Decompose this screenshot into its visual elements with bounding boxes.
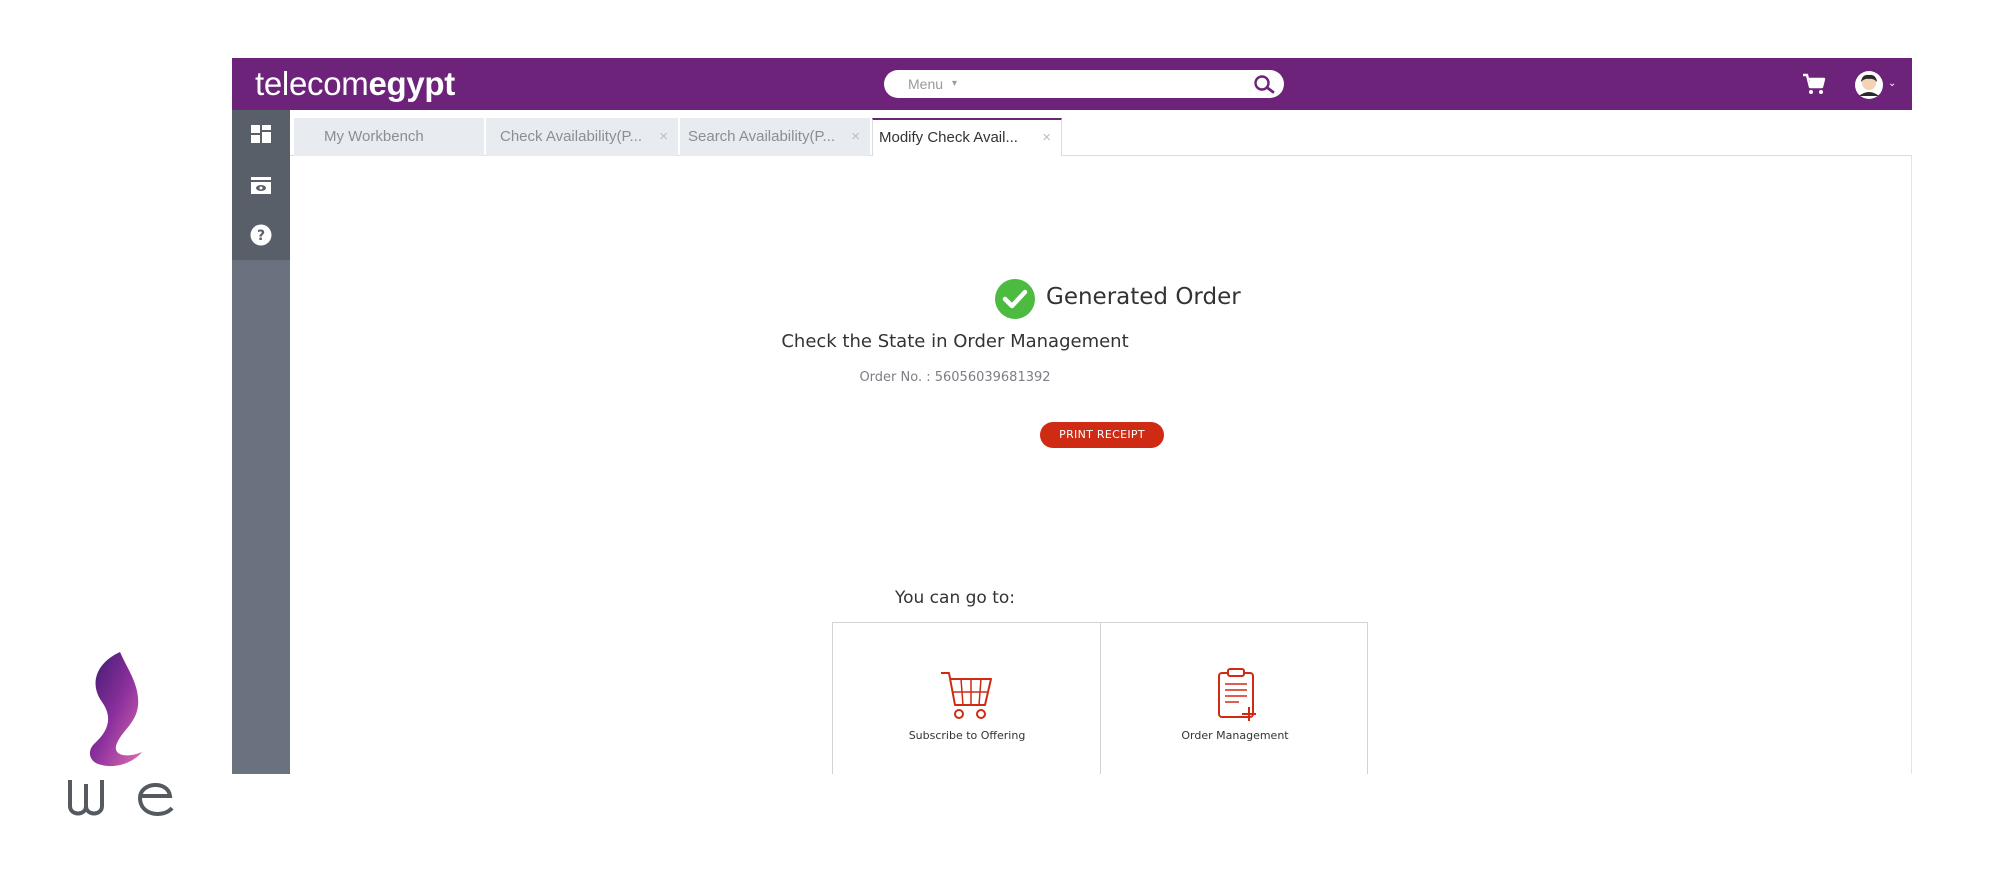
brand-name-light: telecom bbox=[255, 65, 369, 102]
goto-order-management[interactable]: Order Management bbox=[1100, 623, 1368, 774]
tab-label: Modify Check Avail... bbox=[879, 129, 1018, 146]
we-logo bbox=[68, 652, 174, 816]
app-window: telecomegypt Menu ▾ ⌄ ? My Workbench Che… bbox=[232, 58, 1912, 774]
print-receipt-button[interactable]: PRINT RECEIPT bbox=[1040, 422, 1164, 448]
tab-my-workbench[interactable]: My Workbench bbox=[294, 118, 484, 156]
user-avatar-icon[interactable] bbox=[1854, 70, 1884, 100]
page-title: Generated Order bbox=[1046, 284, 1241, 310]
main-content: Generated Order Check the State in Order… bbox=[290, 156, 1912, 774]
close-icon[interactable]: × bbox=[1042, 120, 1051, 156]
monitor-icon[interactable] bbox=[249, 173, 273, 197]
caret-down-icon: ▾ bbox=[952, 78, 958, 89]
goto-options: Subscribe to Offering Order Management bbox=[832, 622, 1368, 774]
chevron-down-icon[interactable]: ⌄ bbox=[1888, 78, 1898, 89]
order-number: Order No. : 56056039681392 bbox=[859, 370, 1051, 385]
close-icon[interactable]: × bbox=[851, 118, 860, 156]
cart-icon[interactable] bbox=[1801, 71, 1827, 97]
svg-text:?: ? bbox=[257, 228, 265, 244]
close-icon[interactable]: × bbox=[659, 118, 668, 156]
help-icon[interactable]: ? bbox=[249, 223, 273, 247]
sidebar-top-panel: ? bbox=[232, 110, 290, 260]
brand-logo[interactable]: telecomegypt bbox=[255, 66, 455, 102]
tab-label: My Workbench bbox=[324, 128, 424, 145]
goto-item-label: Order Management bbox=[1181, 729, 1289, 742]
tab-search-availability[interactable]: Search Availability(P... × bbox=[680, 118, 870, 156]
left-sidebar: ? bbox=[232, 110, 290, 774]
tab-bar: My Workbench Check Availability(P... × S… bbox=[290, 110, 1912, 157]
menu-search-box[interactable]: Menu ▾ bbox=[884, 70, 1284, 98]
shopping-cart-icon bbox=[941, 672, 992, 719]
tab-label: Search Availability(P... bbox=[688, 128, 836, 145]
tab-modify-check-availability[interactable]: Modify Check Avail... × bbox=[872, 118, 1062, 157]
top-header: telecomegypt Menu ▾ ⌄ bbox=[232, 58, 1912, 110]
result-subtitle: Check the State in Order Management bbox=[781, 331, 1129, 352]
goto-subscribe-to-offering[interactable]: Subscribe to Offering bbox=[833, 623, 1101, 774]
tab-check-availability[interactable]: Check Availability(P... × bbox=[486, 118, 678, 156]
goto-item-label: Subscribe to Offering bbox=[908, 729, 1026, 742]
clipboard-add-icon bbox=[1218, 668, 1256, 721]
search-icon[interactable] bbox=[1252, 73, 1276, 95]
brand-name-bold: egypt bbox=[368, 65, 455, 102]
menu-dropdown-label[interactable]: Menu bbox=[908, 76, 943, 92]
success-check-icon bbox=[995, 279, 1035, 319]
tab-label: Check Availability(P... bbox=[500, 128, 643, 145]
dashboard-icon[interactable] bbox=[249, 122, 273, 146]
goto-label: You can go to: bbox=[894, 588, 1016, 608]
